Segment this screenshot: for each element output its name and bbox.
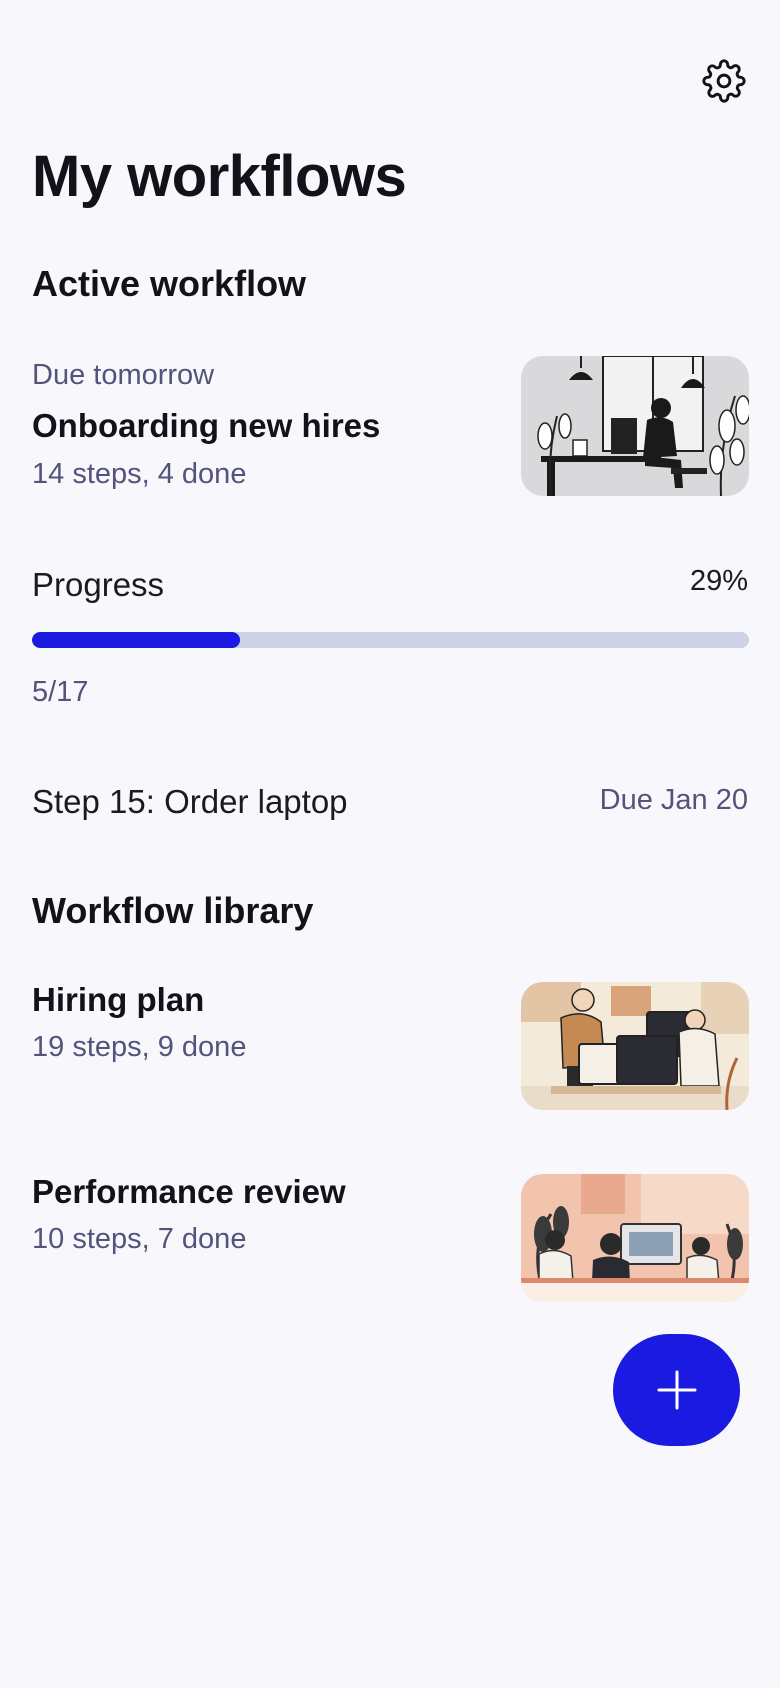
- library-item-thumbnail: [521, 982, 749, 1110]
- page-title: My workflows: [32, 144, 407, 209]
- library-item-name: Performance review: [32, 1173, 346, 1210]
- progress-fraction: 5/17: [32, 676, 89, 708]
- workflow-library-heading: Workflow library: [32, 890, 314, 931]
- gear-icon: [702, 59, 746, 103]
- add-workflow-button[interactable]: [613, 1334, 740, 1446]
- workflow-summary: 14 steps, 4 done: [32, 458, 247, 490]
- library-item-summary: 19 steps, 9 done: [32, 1031, 247, 1063]
- workflow-name: Onboarding new hires: [32, 407, 381, 444]
- due-label: Due tomorrow: [32, 359, 215, 391]
- plus-icon: [657, 1370, 696, 1410]
- step-label: Step 15: Order laptop: [32, 783, 348, 820]
- active-workflow-card[interactable]: Due tomorrow Onboarding new hires 14 ste…: [0, 350, 780, 500]
- step-due: Due Jan 20: [599, 784, 748, 816]
- workflow-thumbnail: [521, 356, 749, 496]
- progress-label: Progress: [32, 566, 165, 603]
- library-item-thumbnail: [521, 1174, 749, 1302]
- settings-button[interactable]: [701, 58, 747, 104]
- library-item-performance-review[interactable]: Performance review 10 steps, 7 done: [0, 1170, 780, 1305]
- progress-bar: [32, 632, 749, 648]
- progress-fill: [32, 632, 240, 648]
- progress-percent: 29%: [689, 565, 748, 597]
- active-workflow-heading: Active workflow: [32, 263, 307, 304]
- library-item-name: Hiring plan: [32, 981, 205, 1018]
- library-item-hiring-plan[interactable]: Hiring plan 19 steps, 9 done: [0, 978, 780, 1113]
- next-step-row[interactable]: Step 15: Order laptop Due Jan 20: [0, 778, 780, 828]
- library-item-summary: 10 steps, 7 done: [32, 1223, 247, 1255]
